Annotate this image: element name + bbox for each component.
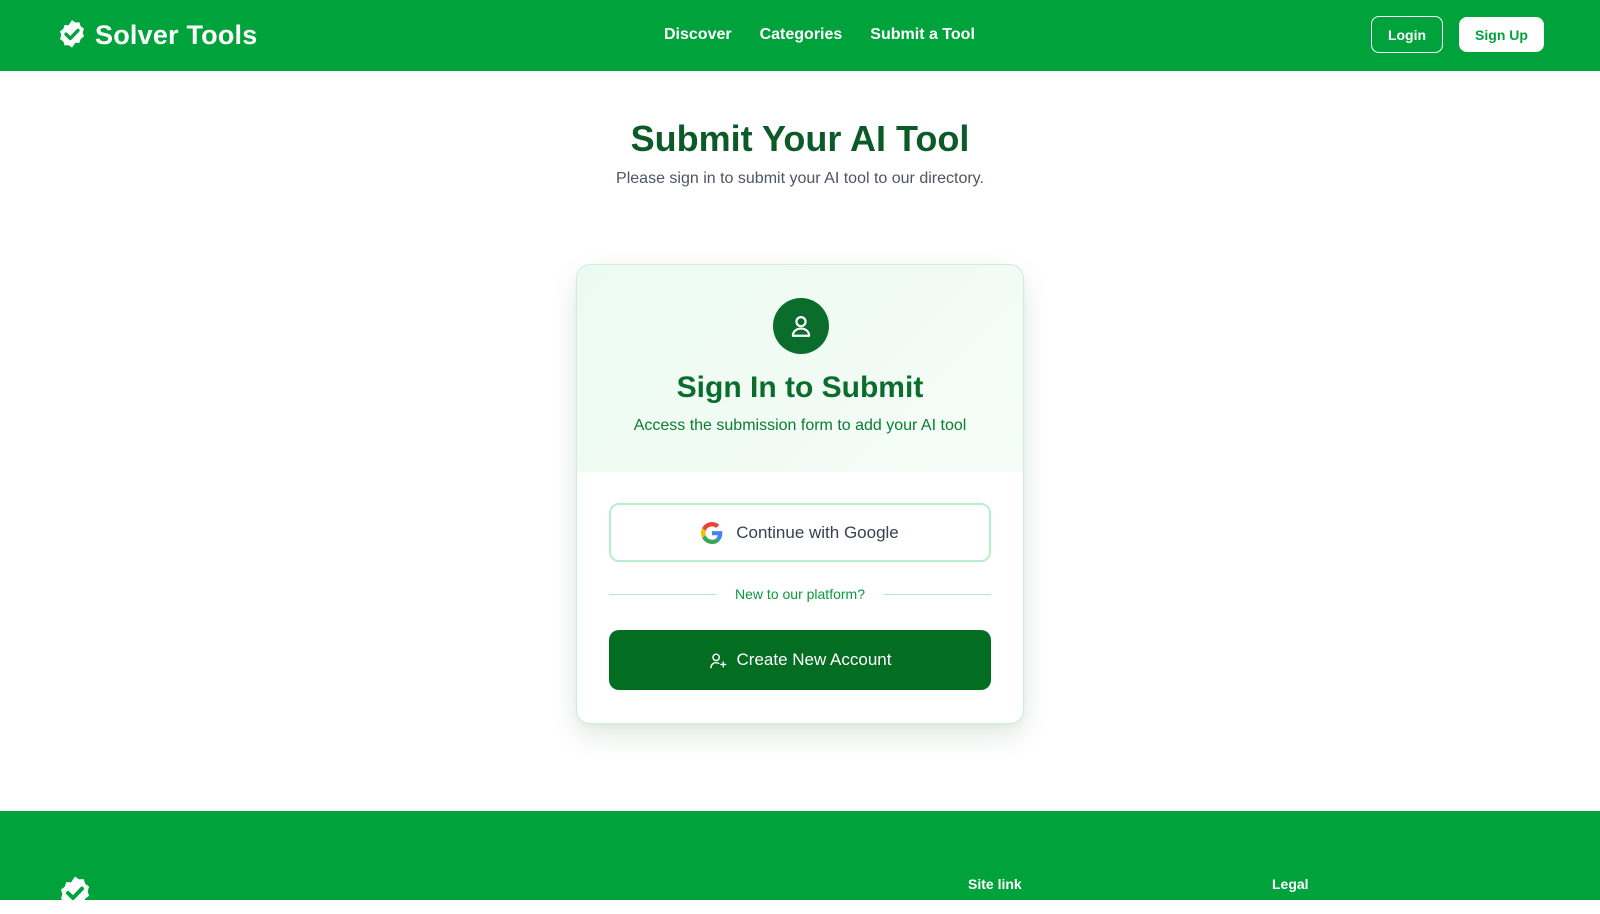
footer-logo[interactable] (55, 874, 95, 914)
nav-discover[interactable]: Discover (664, 26, 732, 44)
login-button[interactable]: Login (1371, 16, 1443, 53)
create-account-label: Create New Account (736, 650, 892, 669)
footer-heading-site-link: Site link (968, 876, 1022, 892)
top-navbar: Solver Tools Discover Categories Submit … (0, 0, 1600, 71)
user-icon (788, 313, 814, 339)
divider-line-left (609, 593, 718, 595)
divider: New to our platform? (609, 584, 992, 604)
google-g-icon (701, 521, 723, 544)
signup-button[interactable]: Sign Up (1459, 17, 1544, 52)
main-nav: Discover Categories Submit a Tool (664, 23, 975, 47)
signin-card: Sign In to Submit Access the submission … (576, 264, 1024, 724)
card-title: Sign In to Submit (676, 371, 924, 404)
page-title: Submit Your AI Tool (630, 118, 970, 159)
divider-line-right (882, 593, 992, 595)
divider-text: New to our platform? (735, 586, 865, 602)
user-plus-icon (709, 651, 728, 670)
footer: Site link Legal (0, 811, 1600, 909)
footer-heading-legal: Legal (1272, 876, 1309, 892)
brand-name: Solver Tools (95, 19, 258, 50)
badge-check-icon (55, 18, 89, 52)
signin-card-header: Sign In to Submit Access the submission … (577, 265, 1023, 472)
card-subtitle: Access the submission form to add your A… (633, 417, 967, 434)
brand-logo-link[interactable]: Solver Tools (55, 17, 257, 53)
create-account-button[interactable]: Create New Account (609, 630, 991, 690)
page-subtitle: Please sign in to submit your AI tool to… (616, 170, 984, 187)
badge-check-icon (55, 874, 95, 914)
google-button-label: Continue with Google (736, 522, 899, 542)
continue-with-google-button[interactable]: Continue with Google (609, 503, 991, 562)
avatar (773, 298, 829, 354)
nav-categories[interactable]: Categories (760, 26, 843, 44)
nav-submit-tool[interactable]: Submit a Tool (870, 26, 975, 44)
